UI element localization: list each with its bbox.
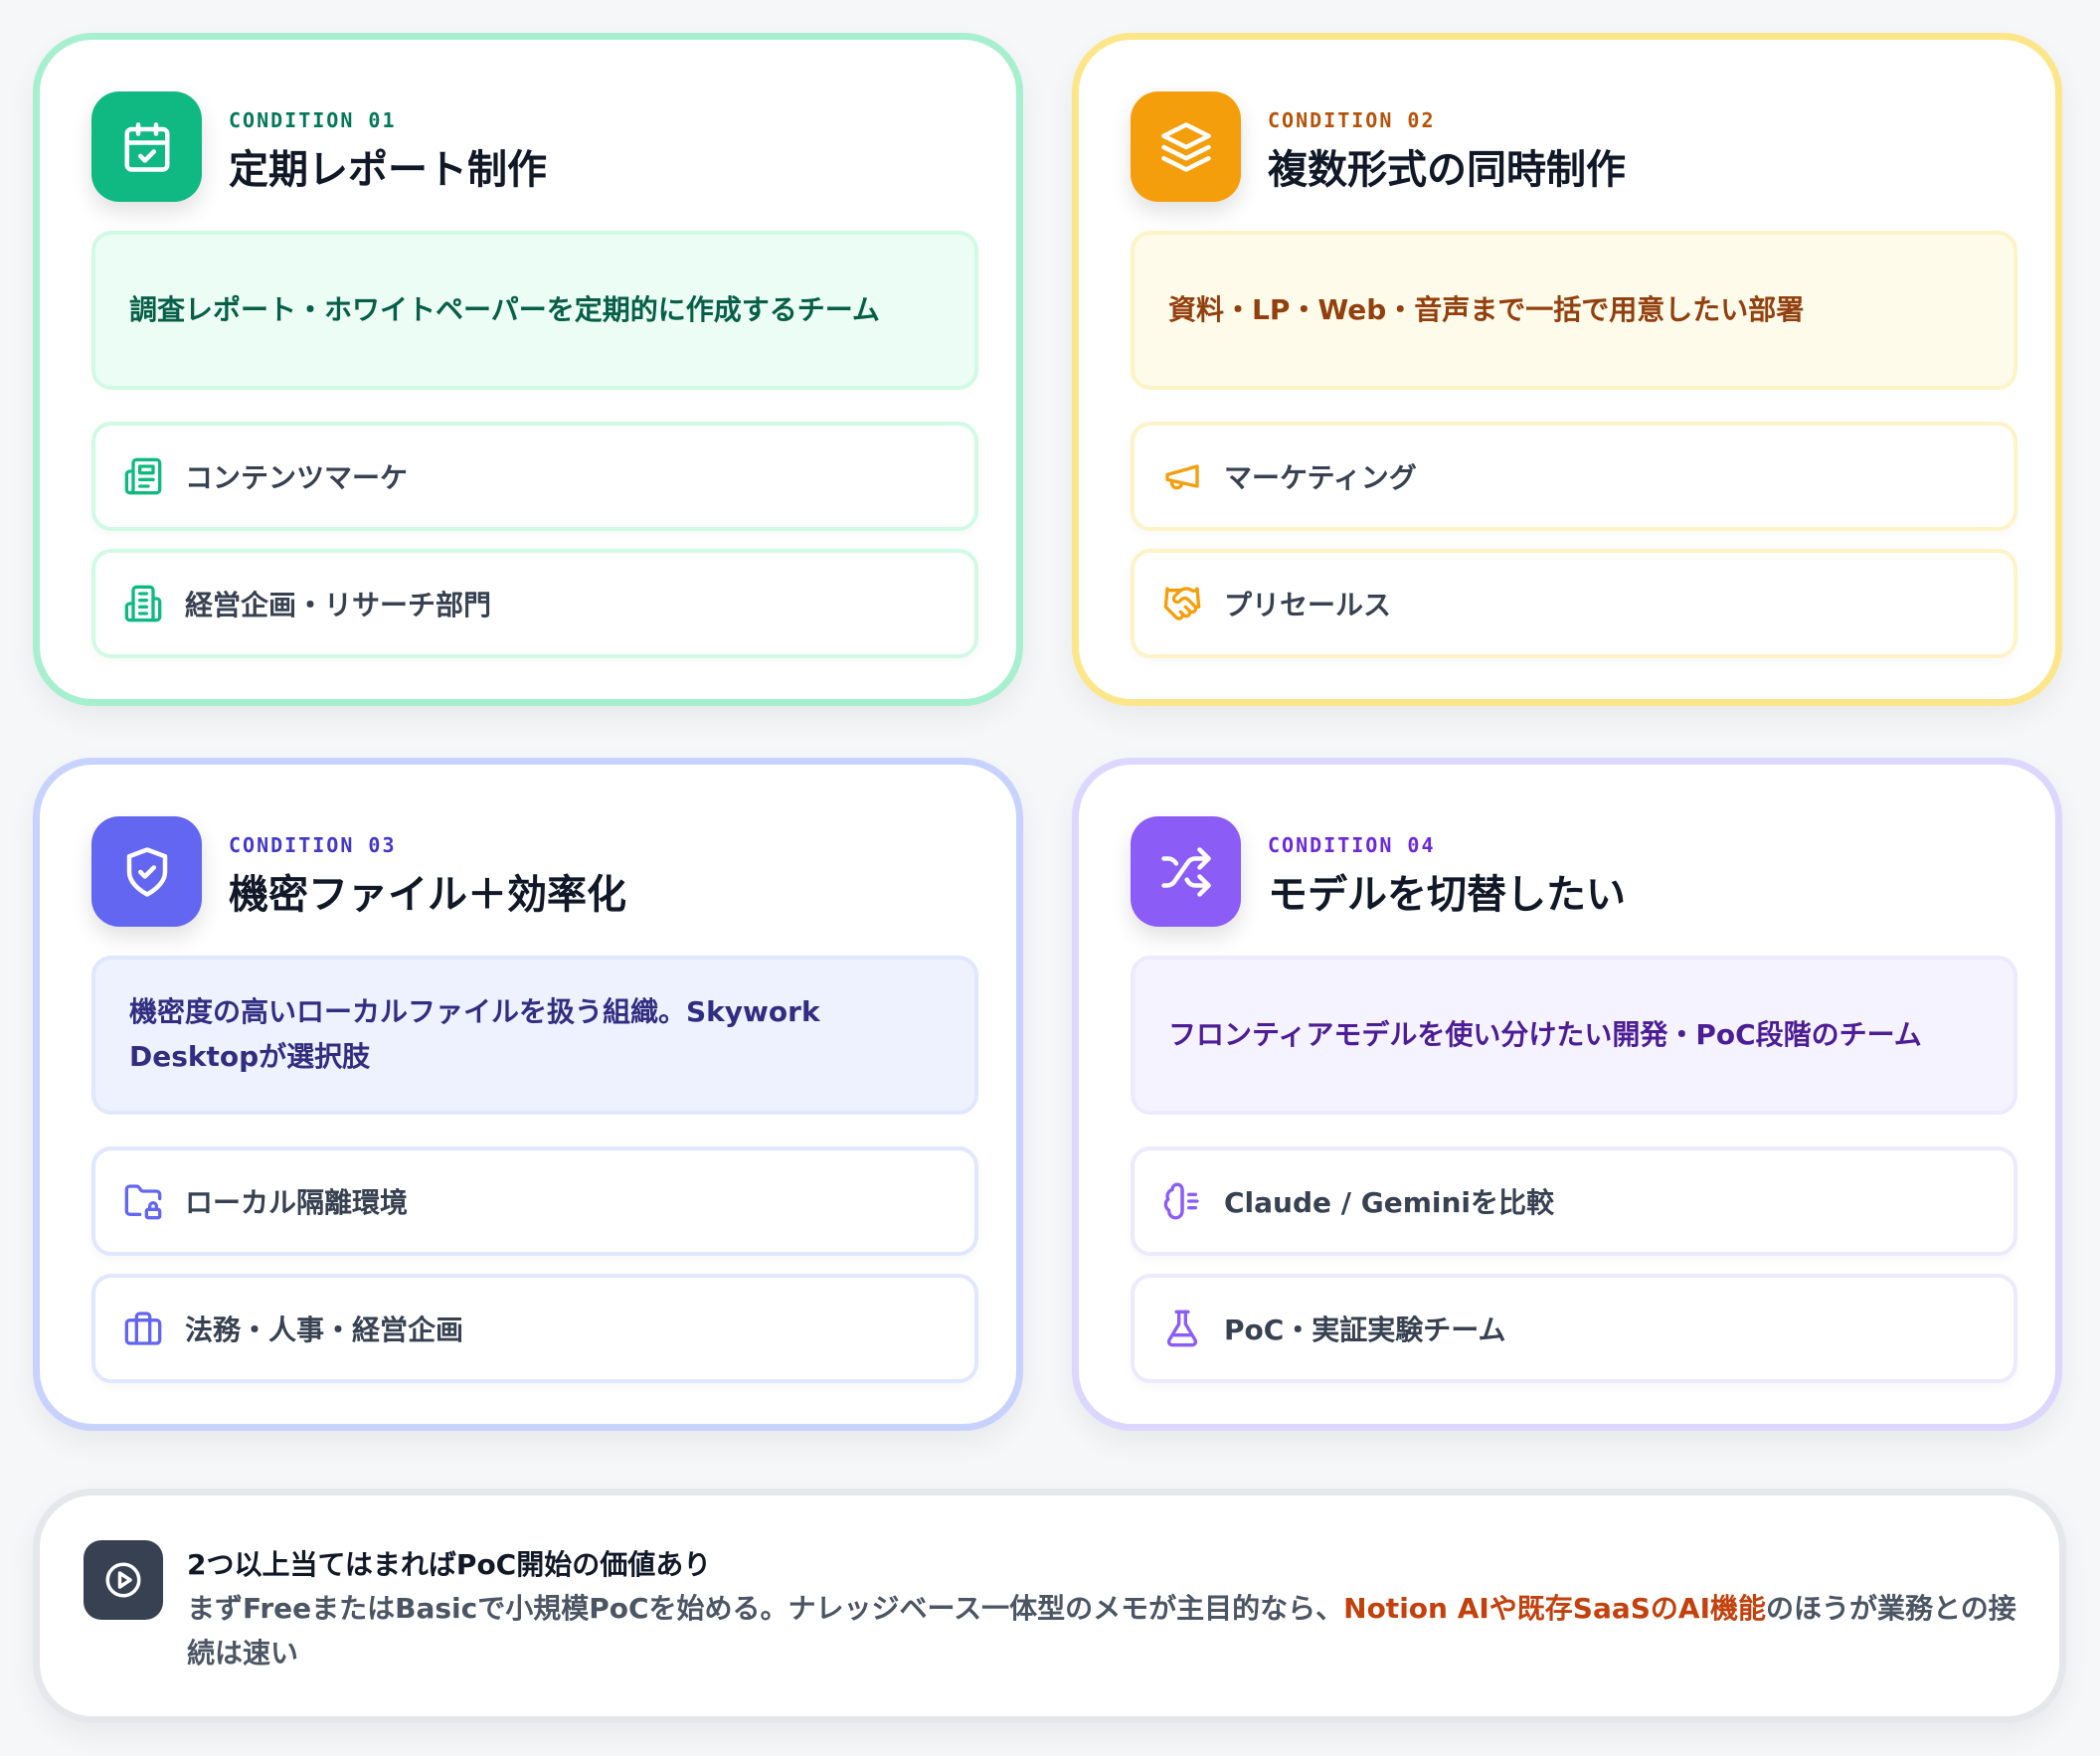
condition-card-01: CONDITION 01 定期レポート制作 調査レポート・ホワイトペーパーを定期…: [33, 33, 1023, 706]
card-description-text: フロンティアモデルを使い分けたい開発・PoC段階のチーム: [1168, 1017, 1922, 1051]
brain-icon: [1162, 1181, 1202, 1221]
shuffle-icon: [1131, 816, 1241, 927]
item-label: マーケティング: [1224, 461, 1417, 494]
layers-icon: [1131, 91, 1241, 202]
card-description: フロンティアモデルを使い分けたい開発・PoC段階のチーム: [1131, 956, 2017, 1115]
summary-body-before: まずFreeまたはBasicで小規模PoCを始める。ナレッジベース一体型のメモが…: [187, 1592, 1344, 1625]
item-label: 法務・人事・経営企画: [185, 1314, 464, 1346]
building-icon: [123, 584, 163, 623]
summary-title: 2つ以上当てはまればPoC開始の価値あり: [187, 1548, 712, 1581]
card-title: 複数形式の同時制作: [1268, 147, 1626, 193]
briefcase-icon: [123, 1309, 163, 1348]
handshake-icon: [1162, 584, 1202, 623]
item-label: PoC・実証実験チーム: [1224, 1314, 1506, 1346]
condition-number: CONDITION 01: [229, 108, 397, 132]
folder-lock-icon: [123, 1181, 163, 1221]
item-label: プリセールス: [1224, 589, 1392, 621]
condition-number: CONDITION 04: [1268, 833, 1436, 857]
condition-number: CONDITION 02: [1268, 108, 1436, 132]
list-item: ローカル隔離環境: [91, 1146, 978, 1256]
card-title: モデルを切替したい: [1268, 872, 1626, 918]
list-item: 経営企画・リサーチ部門: [91, 549, 978, 658]
condition-card-02: CONDITION 02 複数形式の同時制作 資料・LP・Web・音声まで一括で…: [1072, 33, 2062, 706]
play-circle-icon: [84, 1540, 163, 1620]
card-title: 定期レポート制作: [229, 147, 547, 193]
card-description-text: 機密度の高いローカルファイルを扱う組織。Skywork Desktopが選択肢: [129, 995, 820, 1073]
list-item: プリセールス: [1131, 549, 2017, 658]
summary-body: まずFreeまたはBasicで小規模PoCを始める。ナレッジベース一体型のメモが…: [187, 1587, 2036, 1676]
list-item: マーケティング: [1131, 422, 2017, 531]
newspaper-icon: [123, 456, 163, 496]
condition-number: CONDITION 03: [229, 833, 397, 857]
item-label: 経営企画・リサーチ部門: [185, 589, 492, 621]
condition-card-04: CONDITION 04 モデルを切替したい フロンティアモデルを使い分けたい開…: [1072, 758, 2062, 1431]
item-label: Claude / Geminiを比較: [1224, 1186, 1555, 1219]
shield-check-icon: [91, 816, 202, 927]
card-description-text: 資料・LP・Web・音声まで一括で用意したい部署: [1168, 292, 1805, 326]
card-description: 資料・LP・Web・音声まで一括で用意したい部署: [1131, 231, 2017, 390]
list-item: コンテンツマーケ: [91, 422, 978, 531]
list-item: Claude / Geminiを比較: [1131, 1146, 2017, 1256]
card-description: 調査レポート・ホワイトペーパーを定期的に作成するチーム: [91, 231, 978, 390]
list-item: 法務・人事・経営企画: [91, 1274, 978, 1383]
condition-card-03: CONDITION 03 機密ファイル＋効率化 機密度の高いローカルファイルを扱…: [33, 758, 1023, 1431]
item-label: コンテンツマーケ: [185, 461, 409, 494]
summary-box: 2つ以上当てはまればPoC開始の価値あり まずFreeまたはBasicで小規模P…: [33, 1489, 2066, 1723]
list-item: PoC・実証実験チーム: [1131, 1274, 2017, 1383]
card-description-text: 調査レポート・ホワイトペーパーを定期的に作成するチーム: [129, 292, 880, 326]
card-title: 機密ファイル＋効率化: [229, 872, 626, 918]
megaphone-icon: [1162, 456, 1202, 496]
item-label: ローカル隔離環境: [185, 1186, 409, 1219]
flask-icon: [1162, 1309, 1202, 1348]
card-description: 機密度の高いローカルファイルを扱う組織。Skywork Desktopが選択肢: [91, 956, 978, 1115]
calendar-check-icon: [91, 91, 202, 202]
summary-highlight: Notion AIや既存SaaSのAI機能: [1343, 1592, 1767, 1625]
